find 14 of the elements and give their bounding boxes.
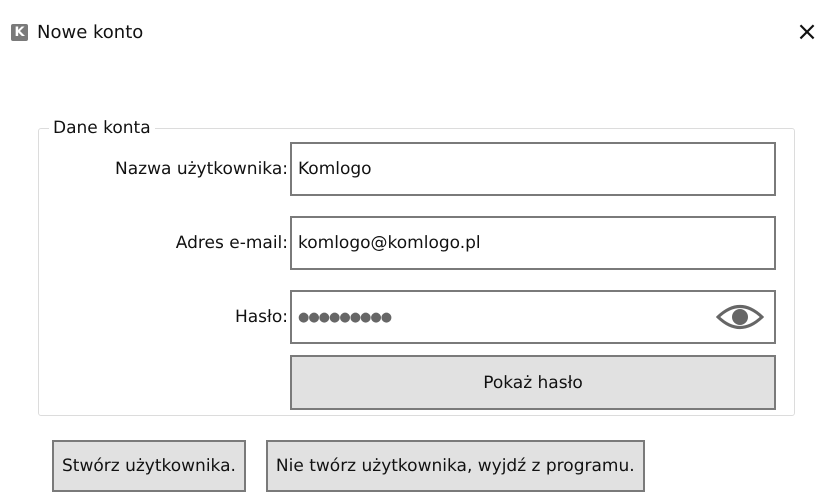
close-button[interactable]: × [793, 17, 817, 47]
window-title: Nowe konto [37, 22, 144, 42]
field-label: Adres e-mail: [174, 233, 288, 253]
action-button[interactable]: Nie twórz użytkownika, wyjdź z programu. [266, 440, 645, 492]
input-field[interactable]: Komlogo [290, 142, 776, 196]
password-field[interactable]: ●●●●●●●●● [290, 290, 776, 344]
eye-icon[interactable] [716, 302, 764, 332]
input-field[interactable]: komlogo@komlogo.pl [290, 216, 776, 270]
group-title: Dane konta [52, 118, 152, 138]
action-button[interactable]: Stwórz użytkownika. [52, 440, 246, 492]
app-logo-icon: K [11, 24, 28, 40]
field-label: Nazwa użytkownika: [114, 159, 288, 179]
show-password-button[interactable]: Pokaż hasło [290, 355, 776, 410]
field-label: Hasło: [234, 307, 288, 327]
